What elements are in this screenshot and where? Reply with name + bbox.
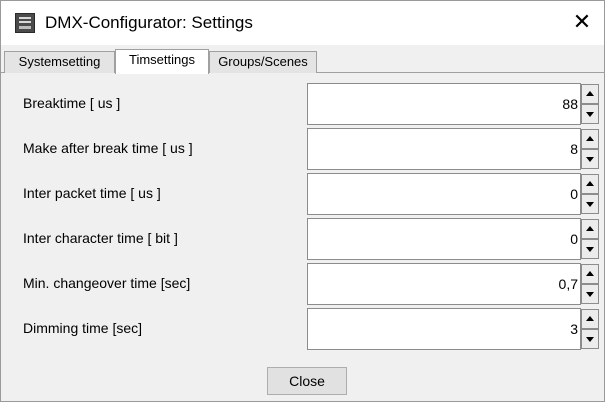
spinner-down-icon[interactable]: [581, 239, 599, 259]
spinner-up-icon[interactable]: [581, 129, 599, 149]
spinner-up-icon[interactable]: [581, 84, 599, 104]
setting-label: Min. changeover time [sec]: [23, 275, 191, 291]
app-icon: [15, 13, 35, 33]
spinner-up-icon[interactable]: [581, 264, 599, 284]
setting-row-make-after-break: Make after break time [ us ] 8: [9, 126, 604, 171]
tab-systemsetting[interactable]: Systemsetting: [4, 51, 115, 73]
min-changeover-time-input[interactable]: 0,7: [307, 263, 581, 305]
settings-dialog: DMX-Configurator: Settings ✕ Systemsetti…: [0, 0, 605, 402]
spinner: [581, 264, 599, 304]
spinner-down-icon[interactable]: [581, 284, 599, 304]
spinner: [581, 174, 599, 214]
spinner-up-icon[interactable]: [581, 174, 599, 194]
setting-row-inter-packet: Inter packet time [ us ] 0: [9, 171, 604, 216]
setting-row-min-changeover: Min. changeover time [sec] 0,7: [9, 261, 604, 306]
title-bar: DMX-Configurator: Settings ✕: [1, 1, 604, 45]
inter-packet-time-input[interactable]: 0: [307, 173, 581, 215]
spinner: [581, 309, 599, 349]
setting-label: Dimming time [sec]: [23, 320, 143, 336]
breaktime-input[interactable]: 88: [307, 83, 581, 125]
make-after-break-input[interactable]: 8: [307, 128, 581, 170]
spinner-up-icon[interactable]: [581, 309, 599, 329]
setting-row-dimming: Dimming time [sec] 3: [9, 306, 604, 351]
window-title: DMX-Configurator: Settings: [45, 13, 253, 32]
spinner: [581, 84, 599, 124]
close-button[interactable]: Close: [267, 367, 347, 395]
spinner: [581, 219, 599, 259]
spinner-down-icon[interactable]: [581, 194, 599, 214]
spinner-down-icon[interactable]: [581, 104, 599, 124]
spinner-down-icon[interactable]: [581, 149, 599, 169]
timsettings-panel: Breaktime [ us ] 88 Make after break tim…: [9, 81, 604, 356]
setting-row-inter-character: Inter character time [ bit ] 0: [9, 216, 604, 261]
tab-timsettings[interactable]: Timsettings: [115, 49, 209, 74]
setting-label: Inter packet time [ us ]: [23, 185, 161, 201]
tab-groups-scenes[interactable]: Groups/Scenes: [209, 51, 317, 73]
inter-character-time-input[interactable]: 0: [307, 218, 581, 260]
dimming-time-input[interactable]: 3: [307, 308, 581, 350]
spinner: [581, 129, 599, 169]
spinner-up-icon[interactable]: [581, 219, 599, 239]
setting-row-breaktime: Breaktime [ us ] 88: [9, 81, 604, 126]
setting-label: Inter character time [ bit ]: [23, 230, 178, 246]
tab-bar: Systemsetting Timsettings Groups/Scenes: [1, 49, 604, 74]
setting-label: Breaktime [ us ]: [23, 95, 121, 111]
spinner-down-icon[interactable]: [581, 329, 599, 349]
close-icon[interactable]: ✕: [570, 8, 594, 36]
setting-label: Make after break time [ us ]: [23, 140, 193, 156]
